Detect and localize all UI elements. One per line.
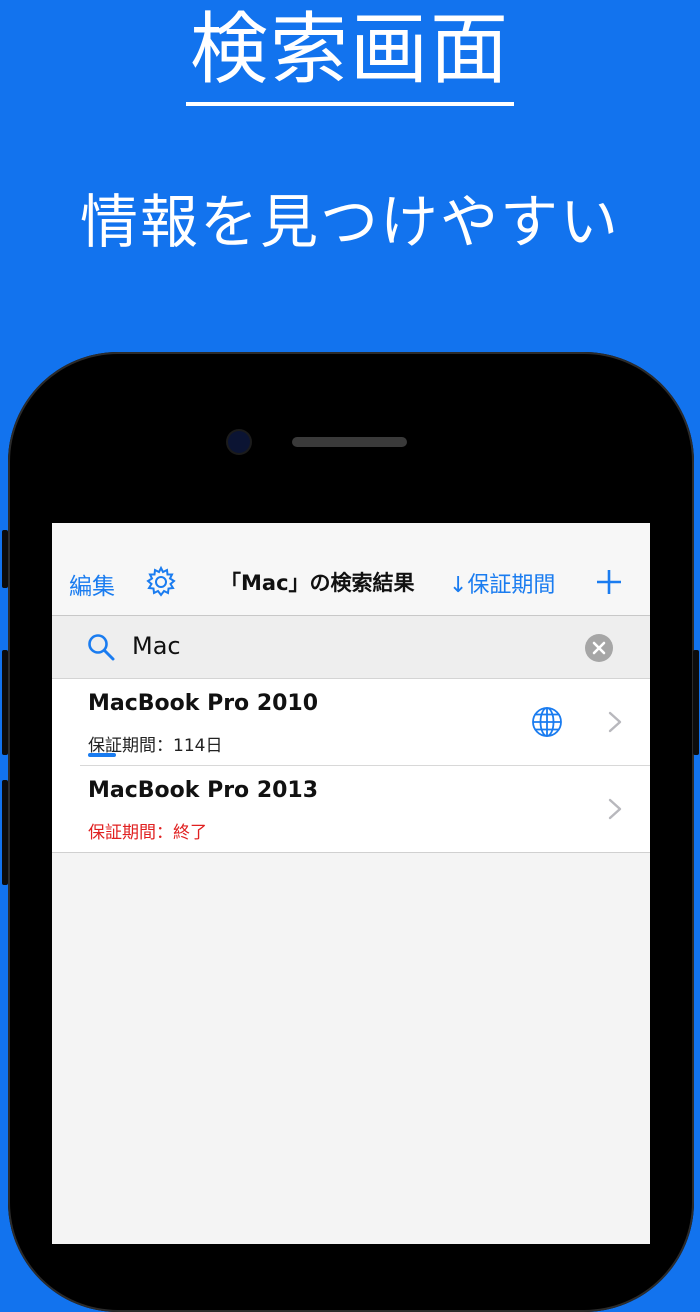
app-screen: 編集 「Mac」の検索結果 ↓保証期間 MacBook Pro 2010 保 (52, 523, 650, 1244)
add-icon[interactable] (594, 567, 624, 597)
globe-icon[interactable] (530, 705, 564, 739)
search-bar (52, 616, 650, 679)
edit-button[interactable]: 編集 (69, 567, 115, 601)
gear-icon[interactable] (144, 565, 178, 599)
phone-side-button (693, 650, 699, 755)
list-item[interactable]: MacBook Pro 2010 保証期間：114日 (52, 679, 650, 765)
clear-icon[interactable] (584, 633, 614, 663)
headline-text: 検索画面 (185, 2, 514, 106)
item-title: MacBook Pro 2013 (88, 778, 319, 803)
navigation-title: 「Mac」の検索結果 (220, 571, 415, 595)
list-item[interactable]: MacBook Pro 2013 保証期間：終了 (80, 765, 650, 852)
item-warranty: 保証期間：終了 (88, 823, 207, 843)
promo-subhead: 情報を見つけやすい (79, 188, 620, 256)
front-camera (228, 431, 250, 453)
results-list: MacBook Pro 2010 保証期間：114日 MacBook Pro 2… (52, 679, 650, 853)
earpiece-speaker (292, 437, 407, 447)
search-input[interactable] (132, 629, 572, 663)
search-icon (88, 634, 115, 661)
phone-side-button (2, 780, 8, 885)
promo-headline: 検索画面 (0, 2, 700, 106)
warranty-indicator (88, 753, 116, 757)
sort-button[interactable]: ↓保証期間 (449, 567, 555, 599)
phone-side-button (2, 530, 8, 588)
chevron-right-icon (608, 711, 622, 733)
item-title: MacBook Pro 2010 (88, 691, 319, 716)
phone-side-button (2, 650, 8, 755)
navigation-bar: 編集 「Mac」の検索結果 ↓保証期間 (52, 523, 650, 616)
chevron-right-icon (608, 798, 622, 820)
